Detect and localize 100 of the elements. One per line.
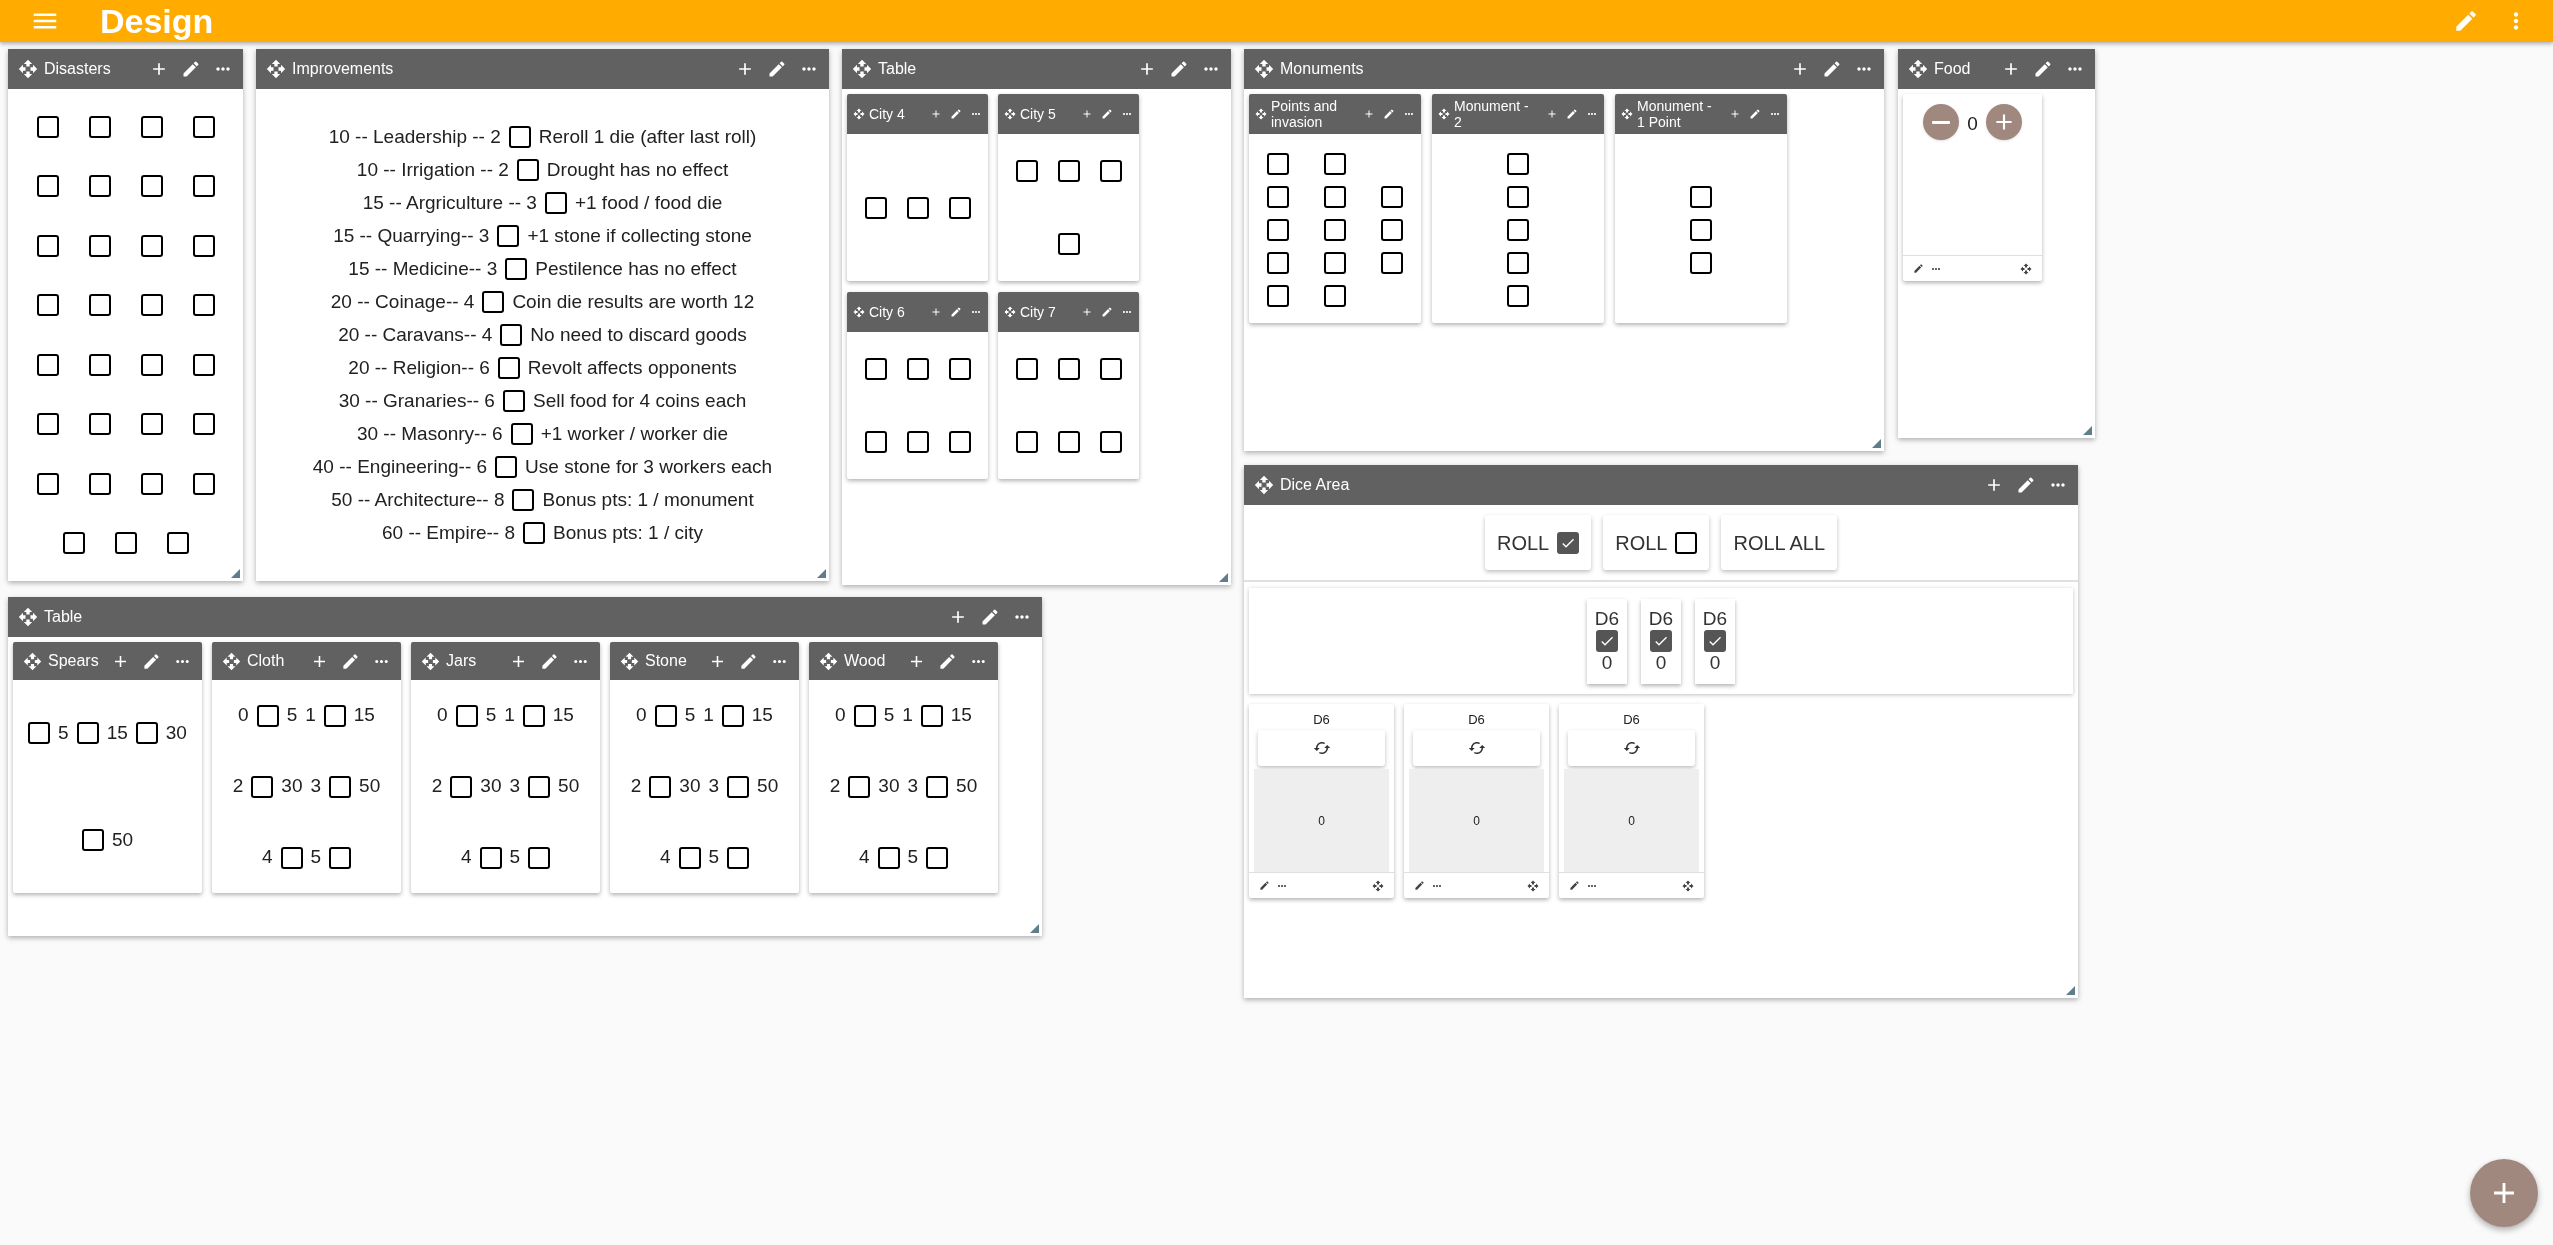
checkbox[interactable] (727, 846, 750, 869)
checkbox[interactable] (544, 192, 567, 214)
checkbox[interactable] (28, 722, 51, 745)
edit-icon[interactable] (181, 59, 201, 79)
move-icon[interactable] (819, 651, 838, 671)
edit-icon[interactable] (1569, 880, 1580, 891)
checkbox[interactable] (1015, 357, 1038, 380)
edit-icon[interactable] (2033, 59, 2053, 79)
checkbox[interactable] (479, 846, 502, 869)
checkbox[interactable] (192, 413, 215, 436)
edit-icon[interactable] (950, 108, 962, 120)
checkbox[interactable] (1057, 431, 1080, 454)
checkbox[interactable] (1690, 219, 1712, 241)
decrement-button[interactable] (1923, 104, 1960, 140)
checkbox[interactable] (62, 532, 85, 555)
edit-icon[interactable] (1259, 880, 1270, 891)
resize-handle[interactable] (2083, 426, 2092, 435)
move-icon[interactable] (1621, 108, 1633, 120)
checkbox[interactable] (329, 846, 352, 869)
checkbox[interactable] (721, 704, 744, 727)
edit-icon[interactable] (1414, 880, 1425, 891)
checkbox[interactable] (192, 353, 215, 376)
checkbox[interactable] (512, 489, 535, 511)
add-button[interactable] (2470, 1159, 2538, 1227)
checkbox[interactable] (508, 126, 531, 148)
move-icon[interactable] (620, 651, 639, 671)
checkbox[interactable] (649, 775, 672, 798)
checkbox[interactable] (140, 175, 163, 198)
add-icon[interactable] (1081, 108, 1093, 120)
checkbox[interactable] (36, 115, 59, 138)
checkbox[interactable] (1324, 219, 1346, 241)
checkbox[interactable] (1015, 431, 1038, 454)
checkbox[interactable] (1675, 531, 1698, 554)
move-icon[interactable] (1254, 475, 1274, 495)
checkbox[interactable] (528, 846, 551, 869)
checkbox[interactable] (1557, 531, 1580, 554)
checkbox[interactable] (1057, 357, 1080, 380)
checkbox[interactable] (1324, 153, 1346, 175)
checkbox[interactable] (497, 357, 520, 379)
add-icon[interactable] (930, 306, 942, 318)
checkbox[interactable] (1057, 233, 1080, 256)
move-icon[interactable] (1527, 879, 1539, 892)
move-icon[interactable] (853, 306, 865, 318)
edit-icon[interactable] (1101, 306, 1113, 318)
checkbox[interactable] (140, 294, 163, 317)
edit-icon[interactable] (1383, 108, 1395, 120)
checkbox[interactable] (1381, 186, 1403, 208)
checkbox[interactable] (140, 472, 163, 495)
move-icon[interactable] (1438, 108, 1450, 120)
checkbox[interactable] (1507, 153, 1529, 175)
move-icon[interactable] (18, 607, 38, 627)
move-icon[interactable] (1908, 59, 1928, 79)
checkbox[interactable] (523, 522, 546, 544)
checkbox[interactable] (1267, 153, 1289, 175)
checkbox[interactable] (88, 413, 111, 436)
checkbox[interactable] (906, 431, 929, 454)
checkbox[interactable] (36, 413, 59, 436)
checkbox[interactable] (1381, 252, 1403, 274)
checkbox[interactable] (140, 413, 163, 436)
resize-handle[interactable] (2066, 986, 2075, 995)
checkbox[interactable] (1324, 186, 1346, 208)
checkbox[interactable] (36, 175, 59, 198)
checkbox[interactable] (1267, 285, 1289, 307)
checkbox[interactable] (140, 234, 163, 257)
checkbox[interactable] (323, 704, 346, 727)
checkbox[interactable] (455, 704, 478, 727)
checkbox[interactable] (516, 159, 539, 181)
checkbox[interactable] (280, 846, 303, 869)
checkbox[interactable] (1507, 186, 1529, 208)
edit-icon[interactable] (1822, 59, 1842, 79)
checkbox[interactable] (727, 775, 750, 798)
checkbox[interactable] (1690, 186, 1712, 208)
move-icon[interactable] (2020, 262, 2032, 275)
edit-icon[interactable] (980, 607, 1000, 627)
checkbox[interactable] (482, 291, 505, 313)
move-icon[interactable] (1682, 879, 1694, 892)
move-icon[interactable] (1004, 108, 1016, 120)
add-icon[interactable] (1081, 306, 1093, 318)
checkbox[interactable] (654, 704, 677, 727)
checkbox[interactable] (1507, 219, 1529, 241)
checkbox[interactable] (1099, 357, 1122, 380)
checkbox[interactable] (1704, 630, 1726, 652)
move-icon[interactable] (1255, 108, 1267, 120)
checkbox[interactable] (192, 115, 215, 138)
checkbox[interactable] (1507, 252, 1529, 274)
checkbox[interactable] (450, 775, 473, 798)
checkbox[interactable] (114, 532, 137, 555)
resize-handle[interactable] (231, 569, 240, 578)
move-icon[interactable] (266, 59, 286, 79)
checkbox[interactable] (495, 456, 518, 478)
checkbox[interactable] (1267, 252, 1289, 274)
resize-handle[interactable] (1219, 573, 1228, 582)
checkbox[interactable] (135, 722, 158, 745)
checkbox[interactable] (1099, 431, 1122, 454)
checkbox[interactable] (505, 258, 528, 280)
checkbox[interactable] (1267, 219, 1289, 241)
checkbox[interactable] (500, 324, 523, 346)
checkbox[interactable] (906, 357, 929, 380)
checkbox[interactable] (140, 353, 163, 376)
checkbox[interactable] (1267, 186, 1289, 208)
